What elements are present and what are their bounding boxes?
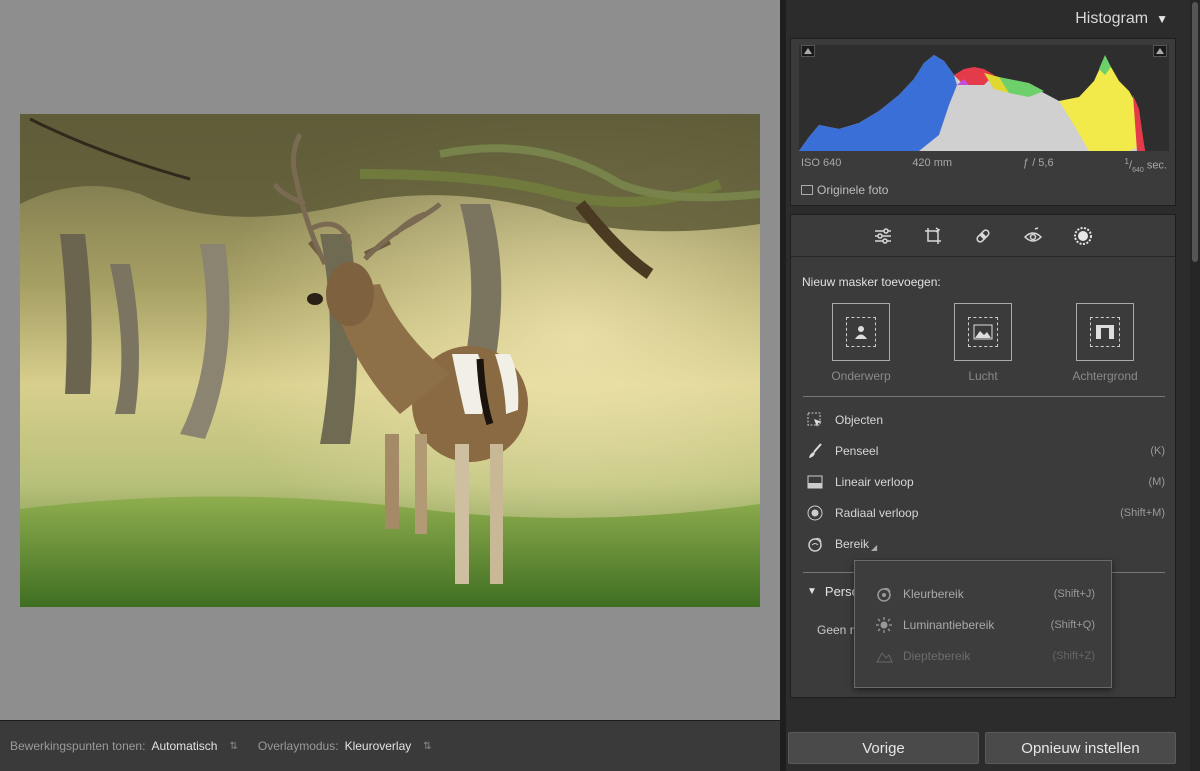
- range-mask-item[interactable]: Bereik ◢: [805, 535, 1165, 553]
- range-icon: [805, 535, 825, 553]
- tool-strip: [791, 215, 1175, 257]
- radial-gradient-label: Radiaal verloop: [835, 506, 919, 520]
- original-photo-checkbox[interactable]: [801, 185, 813, 195]
- exif-info: ISO 640 420 mm ƒ / 5,6 1/640 sec.: [801, 157, 1167, 174]
- red-eye-icon[interactable]: [1022, 225, 1044, 247]
- shutter-value: 1/640 sec.: [1124, 157, 1167, 174]
- depth-range-icon: [873, 647, 895, 665]
- brush-icon: [805, 442, 825, 460]
- masking-icon[interactable]: [1072, 225, 1094, 247]
- mask-background-option[interactable]: Achtergrond: [1055, 303, 1155, 383]
- panel-scrollbar[interactable]: [1190, 0, 1200, 771]
- objects-mask-item[interactable]: Objecten: [805, 411, 1165, 429]
- radial-gradient-shortcut: (Shift+M): [1120, 507, 1165, 519]
- overlay-mode-label: Overlaymodus:: [257, 739, 339, 753]
- focal-length-value: 420 mm: [912, 157, 953, 169]
- sky-landscape-icon: [968, 317, 998, 347]
- luminance-range-label: Luminantiebereik: [903, 618, 995, 632]
- radial-gradient-mask-item[interactable]: Radiaal verloop (Shift+M): [805, 504, 1165, 522]
- highlight-clipping-icon[interactable]: [1153, 45, 1167, 57]
- new-mask-label: Nieuw masker toevoegen:: [802, 275, 941, 289]
- brush-mask-item[interactable]: Penseel (K): [805, 442, 1165, 460]
- mask-separator: [803, 396, 1165, 397]
- background-mask-button[interactable]: [1076, 303, 1134, 361]
- objects-label: Objecten: [835, 413, 884, 427]
- subject-mask-label: Onderwerp: [831, 369, 891, 383]
- sky-mask-label: Lucht: [968, 369, 998, 383]
- aperture-value: ƒ / 5,6: [1023, 157, 1054, 169]
- bottom-toolbar: Bewerkingspunten tonen: Automatisch ⇅ Ov…: [0, 720, 780, 771]
- background-mask-label: Achtergrond: [1072, 369, 1138, 383]
- luminance-range-shortcut: (Shift+Q): [1050, 619, 1095, 631]
- linear-gradient-icon: [805, 473, 825, 491]
- edit-points-dropdown[interactable]: Automatisch: [151, 739, 217, 753]
- mask-sky-option[interactable]: Lucht: [933, 303, 1033, 383]
- sky-mask-button[interactable]: [954, 303, 1012, 361]
- luminance-range-icon: [873, 616, 895, 634]
- crop-icon[interactable]: [922, 225, 944, 247]
- reset-button[interactable]: Opnieuw instellen: [985, 732, 1176, 764]
- range-submenu: Kleurbereik (Shift+J) Luminantiebereik (…: [854, 560, 1112, 688]
- linear-gradient-shortcut: (M): [1148, 476, 1166, 488]
- edit-points-label: Bewerkingspunten tonen:: [10, 739, 146, 753]
- shadow-clipping-icon[interactable]: [801, 45, 815, 57]
- collapse-triangle-icon[interactable]: ▼: [1156, 12, 1168, 26]
- color-range-item[interactable]: Kleurbereik (Shift+J): [873, 585, 1095, 603]
- depth-range-shortcut: (Shift+Z): [1052, 650, 1095, 662]
- person-icon: [846, 317, 876, 347]
- overlay-mode-caret-icon[interactable]: ⇅: [423, 741, 431, 752]
- submenu-caret-icon: ◢: [871, 542, 878, 552]
- histogram-title: Histogram: [1075, 10, 1149, 27]
- depth-range-label: Dieptebereik: [903, 649, 971, 663]
- expand-triangle-icon[interactable]: ▼: [807, 586, 817, 597]
- linear-gradient-mask-item[interactable]: Lineair verloop (M): [805, 473, 1165, 491]
- iso-value: ISO 640: [801, 157, 842, 169]
- radial-gradient-icon: [805, 504, 825, 522]
- histogram-graph[interactable]: [799, 45, 1169, 151]
- photo-viewer: [0, 0, 780, 720]
- depth-range-item: Dieptebereik (Shift+Z): [873, 647, 1095, 665]
- luminance-range-item[interactable]: Luminantiebereik (Shift+Q): [873, 616, 1095, 634]
- color-range-label: Kleurbereik: [903, 587, 964, 601]
- original-photo-label: Originele foto: [817, 183, 889, 197]
- brush-shortcut: (K): [1150, 445, 1165, 457]
- subject-mask-button[interactable]: [832, 303, 890, 361]
- persons-section-header[interactable]: ▼ Perso: [807, 584, 859, 599]
- footer-buttons: Vorige Opnieuw instellen: [786, 728, 1190, 771]
- mask-subject-option[interactable]: Onderwerp: [811, 303, 911, 383]
- edit-sliders-icon[interactable]: [872, 225, 894, 247]
- histogram-panel: ISO 640 420 mm ƒ / 5,6 1/640 sec. Origin…: [790, 38, 1176, 206]
- scrollbar-thumb[interactable]: [1192, 2, 1198, 262]
- histogram-header[interactable]: Histogram ▼: [786, 0, 1190, 38]
- healing-bandage-icon[interactable]: [972, 225, 994, 247]
- color-range-icon: [873, 585, 895, 603]
- original-photo-toggle[interactable]: Originele foto: [801, 183, 888, 197]
- edit-points-caret-icon[interactable]: ⇅: [229, 741, 237, 752]
- range-label: Bereik: [835, 537, 870, 551]
- brush-label: Penseel: [835, 444, 879, 458]
- previous-button[interactable]: Vorige: [788, 732, 979, 764]
- linear-gradient-label: Lineair verloop: [835, 475, 914, 489]
- color-range-shortcut: (Shift+J): [1053, 588, 1095, 600]
- overlay-mode-dropdown[interactable]: Kleuroverlay: [345, 739, 412, 753]
- object-select-icon: [805, 411, 825, 429]
- deer-photo[interactable]: [20, 114, 760, 607]
- background-frame-icon: [1090, 317, 1120, 347]
